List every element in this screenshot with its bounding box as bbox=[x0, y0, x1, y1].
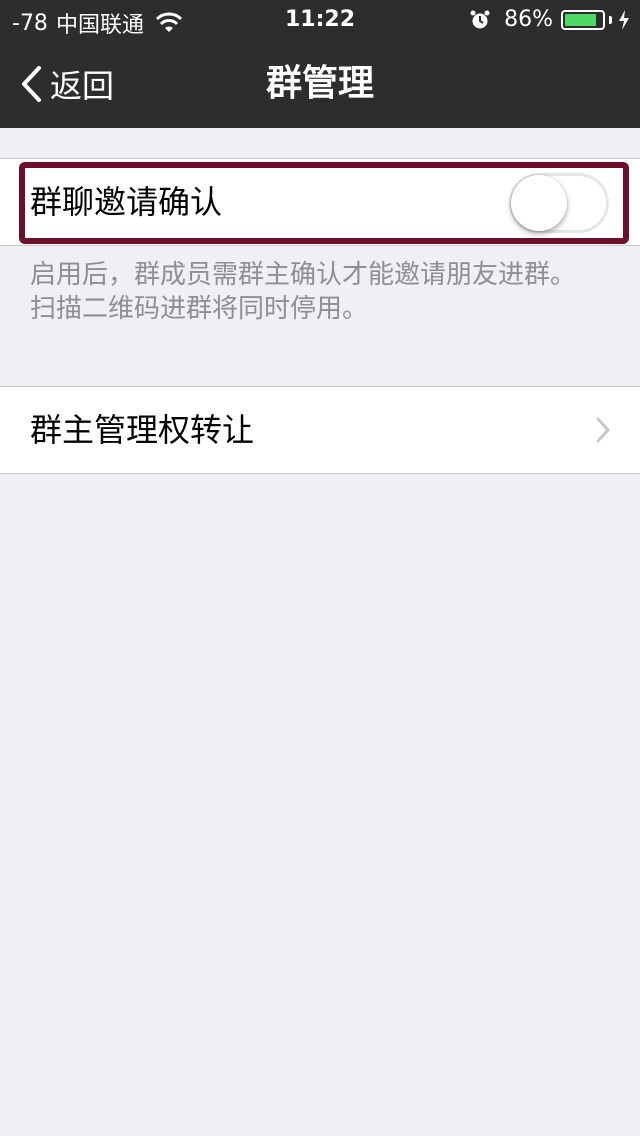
battery-icon bbox=[561, 9, 605, 30]
invite-confirm-label: 群聊邀请确认 bbox=[30, 183, 223, 221]
page-title: 群管理 bbox=[265, 63, 374, 104]
invite-confirm-note: 启用后，群成员需群主确认才能邀请朋友进群。扫描二维码进群将同时停用。 bbox=[30, 260, 577, 324]
battery-percent: 86% bbox=[504, 7, 553, 32]
alarm-icon bbox=[470, 10, 490, 30]
battery-nub bbox=[609, 15, 612, 24]
transfer-owner-cell[interactable]: 群主管理权转让 bbox=[0, 386, 640, 474]
navigation-bar: 返回 群管理 bbox=[0, 40, 640, 128]
invite-confirm-toggle[interactable] bbox=[509, 173, 609, 233]
toggle-knob bbox=[511, 175, 567, 231]
battery-level bbox=[565, 13, 596, 26]
status-bar: -78 中国联通 11:22 86% bbox=[0, 0, 640, 40]
chevron-right-icon bbox=[596, 417, 610, 443]
invite-confirm-cell: 群聊邀请确认 bbox=[0, 158, 640, 246]
transfer-owner-label: 群主管理权转让 bbox=[30, 411, 255, 449]
status-right: 86% bbox=[470, 7, 630, 32]
charging-icon bbox=[618, 9, 630, 30]
screen: -78 中国联通 11:22 86% 返回 群管理 群聊邀请确认 启用后，群成员… bbox=[0, 0, 640, 1136]
